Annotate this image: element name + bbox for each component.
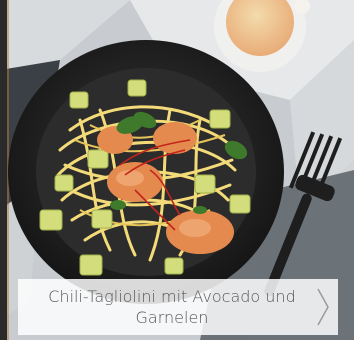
next-button[interactable] — [310, 286, 336, 328]
recipe-title[interactable]: Chili-Tagliolini mit Avocado und Garnele… — [32, 286, 312, 328]
recipe-card[interactable]: Chili-Tagliolini mit Avocado und Garnele… — [0, 0, 354, 340]
recipe-caption[interactable]: Chili-Tagliolini mit Avocado und Garnele… — [18, 279, 338, 335]
chevron-right-icon — [317, 288, 329, 326]
